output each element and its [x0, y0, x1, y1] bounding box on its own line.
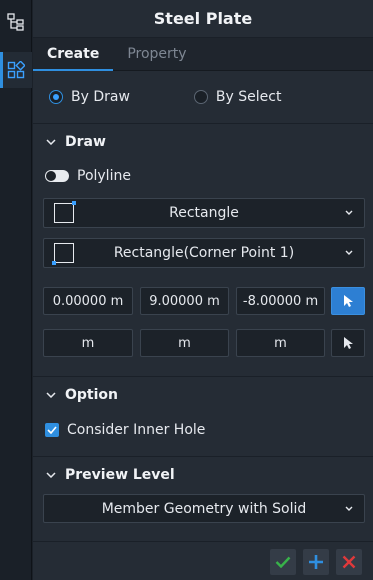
chevron-down-icon	[345, 506, 353, 511]
tree-view-button[interactable]	[0, 4, 32, 40]
panel-footer	[33, 541, 373, 580]
chevron-down-icon	[345, 250, 353, 255]
by-draw-option[interactable]: By Draw	[49, 89, 130, 105]
draw-section: Draw Polyline Rectangle Rectangle(Corner…	[33, 124, 373, 377]
coord-z-input[interactable]: -8.00000 m	[236, 287, 325, 315]
preview-level-value: Member Geometry with Solid	[101, 500, 307, 517]
by-select-label: By Select	[215, 89, 282, 105]
shape-dropdown[interactable]: Rectangle	[43, 198, 365, 228]
checkmark-icon	[275, 556, 291, 568]
polyline-row: Polyline	[33, 160, 373, 192]
check-icon	[47, 426, 57, 434]
inner-hole-row: Consider Inner Hole	[33, 413, 373, 447]
pick-point-button[interactable]	[331, 287, 365, 315]
option-header-label: Option	[65, 387, 118, 403]
polyline-toggle[interactable]	[45, 170, 69, 182]
chevron-down-icon	[345, 210, 353, 215]
tab-property[interactable]: Property	[113, 38, 200, 70]
left-toolbar	[0, 0, 32, 580]
option-section: Option Consider Inner Hole	[33, 377, 373, 457]
by-draw-label: By Draw	[71, 89, 130, 105]
preview-header-label: Preview Level	[65, 467, 175, 483]
inner-hole-checkbox[interactable]	[45, 423, 59, 437]
grid-icon	[7, 61, 25, 79]
preview-section-header[interactable]: Preview Level	[33, 457, 373, 493]
cancel-button[interactable]	[336, 549, 362, 575]
cursor-icon	[344, 337, 353, 349]
modeling-button[interactable]	[0, 52, 32, 88]
inner-hole-label: Consider Inner Hole	[67, 422, 206, 438]
plus-icon	[309, 555, 323, 569]
chevron-down-icon	[43, 139, 59, 145]
draw-section-header[interactable]: Draw	[33, 124, 373, 160]
add-button[interactable]	[303, 549, 329, 575]
polyline-label: Polyline	[77, 168, 131, 184]
by-draw-radio[interactable]	[49, 90, 63, 104]
shape-dropdown-value: Rectangle	[169, 205, 239, 221]
preview-section: Preview Level Member Geometry with Solid	[33, 457, 373, 538]
coord2-x-input[interactable]: m	[43, 329, 133, 357]
coord2-z-input[interactable]: m	[236, 329, 325, 357]
method-dropdown-value: Rectangle(Corner Point 1)	[113, 245, 295, 261]
steel-plate-panel: Steel Plate Create Property By Draw By S…	[33, 0, 373, 580]
rectangle-shape-icon	[54, 201, 76, 223]
apply-button[interactable]	[270, 549, 296, 575]
option-section-header[interactable]: Option	[33, 377, 373, 413]
draw-header-label: Draw	[65, 134, 106, 150]
by-select-radio[interactable]	[193, 90, 208, 104]
coord-y-input[interactable]: 9.00000 m	[140, 287, 229, 315]
mode-selector: By Draw By Select	[33, 71, 373, 124]
tab-bar: Create Property	[33, 38, 373, 71]
tab-create[interactable]: Create	[33, 38, 114, 71]
panel-title: Steel Plate	[33, 0, 373, 38]
tree-icon	[7, 13, 24, 31]
method-dropdown[interactable]: Rectangle(Corner Point 1)	[43, 238, 365, 268]
cursor-icon	[344, 295, 353, 307]
by-select-option[interactable]: By Select	[193, 89, 282, 105]
rectangle-corner-icon	[52, 243, 74, 265]
close-icon	[342, 555, 356, 569]
chevron-down-icon	[43, 472, 59, 478]
coord2-y-input[interactable]: m	[140, 329, 229, 357]
chevron-down-icon	[43, 392, 59, 398]
preview-level-dropdown[interactable]: Member Geometry with Solid	[43, 494, 365, 523]
coord-x-input[interactable]: 0.00000 m	[43, 287, 133, 315]
pick-point-2-button[interactable]	[331, 329, 365, 357]
